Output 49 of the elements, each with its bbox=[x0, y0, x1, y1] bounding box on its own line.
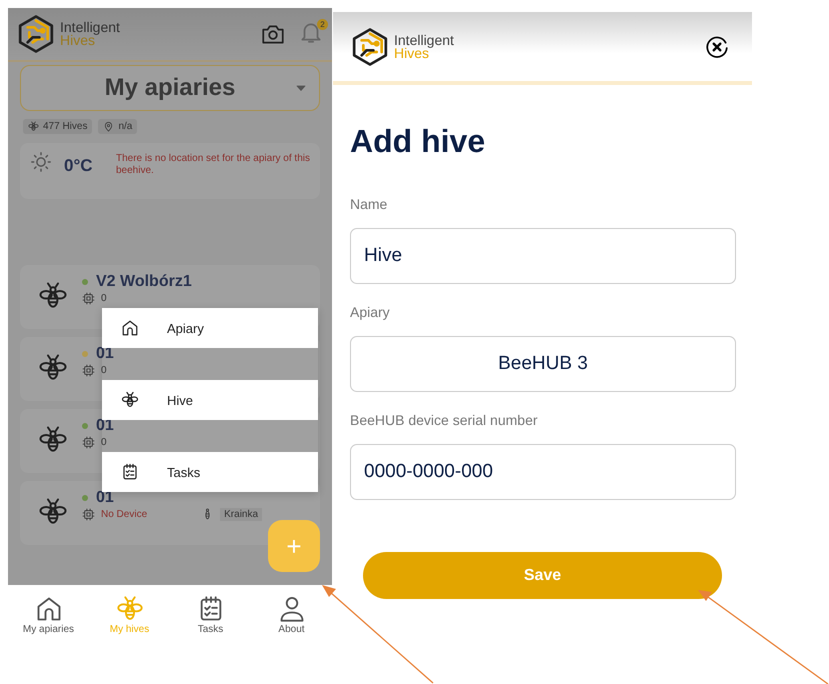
hive-name: 01 bbox=[96, 489, 114, 507]
logo-text: Hives bbox=[60, 34, 96, 47]
nav-tab[interactable]: My apiaries bbox=[8, 595, 89, 660]
house-icon bbox=[34, 595, 62, 623]
hexagon-logo-icon bbox=[16, 14, 56, 54]
chip-icon bbox=[82, 364, 95, 376]
hive-name: V2 Wolbórz1 bbox=[96, 273, 192, 291]
device-serial: 0 bbox=[101, 436, 107, 448]
chip-icon bbox=[82, 508, 95, 520]
location-warning: There is no location set for the apiary of this beehive. bbox=[116, 153, 310, 177]
sun-icon bbox=[30, 151, 52, 173]
house-icon bbox=[121, 319, 139, 337]
hive-name: 01 bbox=[96, 417, 114, 435]
device-serial: No Device bbox=[101, 508, 148, 520]
location-pin-icon bbox=[103, 121, 114, 132]
bee-icon bbox=[28, 121, 39, 132]
field-label: Apiary bbox=[350, 304, 391, 320]
bee-icon bbox=[121, 391, 139, 409]
input-field[interactable]: 0000-0000-000 bbox=[350, 444, 736, 500]
device-serial: 0 bbox=[101, 364, 107, 376]
apiary-dropdown[interactable]: My apiaries bbox=[20, 65, 320, 111]
page-title: Add hive bbox=[350, 123, 486, 160]
logo-text: Intelligent bbox=[394, 34, 454, 46]
dropdown-value: My apiaries bbox=[104, 74, 236, 102]
select-field[interactable]: BeeHUB 3 bbox=[350, 336, 736, 392]
chip-label: n/a bbox=[118, 121, 132, 132]
logo-text: Hives bbox=[394, 46, 430, 60]
chip-label: 477 Hives bbox=[43, 121, 88, 132]
hive-name: 01 bbox=[96, 345, 114, 363]
close-icon[interactable] bbox=[704, 34, 730, 60]
chip-icon bbox=[82, 292, 95, 304]
menu-item[interactable]: Tasks bbox=[102, 452, 318, 492]
queen-label: Krainka bbox=[220, 508, 262, 520]
input-field[interactable]: Hive bbox=[350, 228, 736, 284]
hexagon-logo-icon bbox=[350, 26, 390, 66]
device-serial: 0 bbox=[101, 292, 107, 304]
field-label: BeeHUB device serial number bbox=[350, 412, 539, 428]
nav-tab[interactable]: Tasks bbox=[170, 595, 251, 660]
temperature: 0°C bbox=[64, 156, 94, 176]
person-icon bbox=[278, 595, 306, 623]
menu-item[interactable]: Apiary bbox=[102, 308, 318, 348]
nav-tab[interactable]: About bbox=[251, 595, 332, 660]
chip-icon bbox=[82, 436, 95, 448]
notification-badge: 2 bbox=[317, 18, 328, 30]
field-label: Name bbox=[350, 196, 388, 212]
logo-text: Intelligent bbox=[60, 21, 120, 34]
checklist-icon bbox=[121, 463, 139, 481]
bee-icon bbox=[116, 595, 144, 623]
menu-item[interactable]: Hive bbox=[102, 380, 318, 420]
